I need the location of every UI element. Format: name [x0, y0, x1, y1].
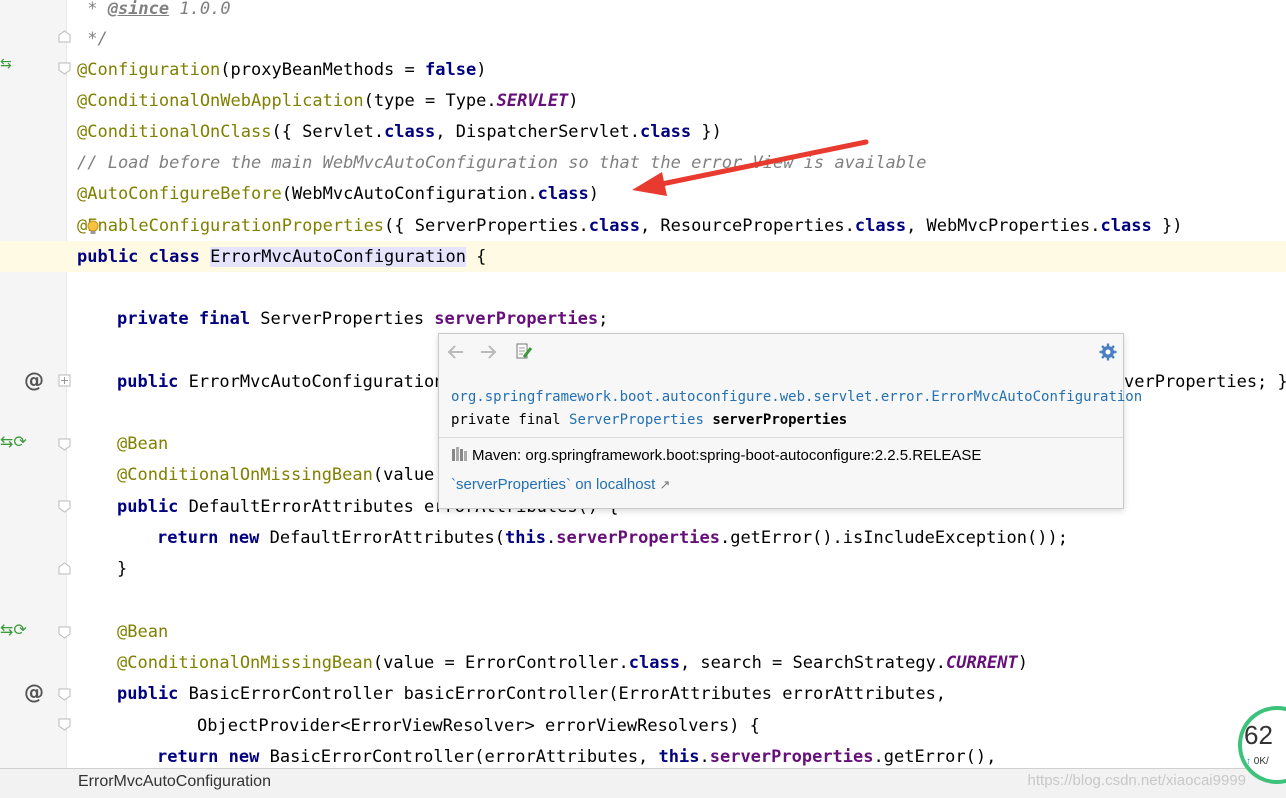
- monitor-percent: 62: [1244, 720, 1273, 750]
- code-line-tail: verProperties; }: [1124, 372, 1286, 392]
- code-line: public class ErrorMvcAutoConfiguration {: [77, 247, 487, 267]
- code-line: private final ServerProperties serverPro…: [117, 309, 609, 329]
- bean-nav-icon[interactable]: ⇆⟳: [0, 432, 27, 451]
- override-at-icon[interactable]: @: [24, 368, 44, 392]
- code-line: */: [77, 29, 108, 49]
- code-line: public BasicErrorController basicErrorCo…: [117, 684, 947, 704]
- quick-doc-popup[interactable]: org.springframework.boot.autoconfigure.w…: [438, 333, 1142, 509]
- code-line: @Configuration(proxyBeanMethods = false): [77, 60, 487, 80]
- gear-icon[interactable]: [1099, 343, 1117, 361]
- doc-content: org.springframework.boot.autoconfigure.w…: [451, 386, 1142, 432]
- code-line: @EnableConfigurationProperties({ ServerP…: [77, 216, 1183, 236]
- code-line: // Load before the main WebMvcAutoConfig…: [77, 153, 927, 173]
- maven-library: Maven: org.springframework.boot:spring-b…: [451, 446, 981, 464]
- popup-toolbar: [439, 334, 1123, 370]
- code-line: @Bean: [117, 434, 169, 454]
- code-line: @ConditionalOnMissingBean(value = ErrorC…: [117, 653, 1028, 673]
- code-line: @ConditionalOnMissingBean(value: [117, 465, 435, 485]
- code-line: return new DefaultErrorAttributes(this.s…: [157, 528, 1068, 548]
- code-line: @ConditionalOnClass({ Servlet.class, Dis…: [77, 122, 722, 142]
- class-name-identifier[interactable]: ErrorMvcAutoConfiguration: [210, 247, 466, 267]
- qualified-class-link[interactable]: org.springframework.boot.autoconfigure.w…: [451, 386, 1142, 409]
- external-link-icon: ↗: [659, 477, 671, 492]
- bean-nav-icon[interactable]: ⇆⟳: [0, 620, 27, 639]
- status-bar: ErrorMvcAutoConfiguration https://blog.c…: [0, 768, 1286, 798]
- editor-gutter: ⇆ @ ⇆⟳ ⇆⟳ @: [0, 0, 66, 768]
- code-line: @ConditionalOnWebApplication(type = Type…: [77, 91, 579, 111]
- watermark: https://blog.csdn.net/xiaocai9999: [1027, 772, 1246, 789]
- code-line: @AutoConfigureBefore(WebMvcAutoConfigura…: [77, 184, 600, 204]
- code-line: }: [117, 559, 128, 579]
- forward-icon[interactable]: [479, 344, 497, 360]
- code-line: @Bean: [117, 622, 169, 642]
- implements-icon[interactable]: ⇆: [0, 56, 12, 72]
- code-line: * @since 1.0.0: [77, 0, 231, 19]
- monitor-rate: ↑ 0K/: [1246, 756, 1269, 767]
- bulb-icon[interactable]: [86, 220, 100, 236]
- code-line: ObjectProvider<ErrorViewResolver> errorV…: [197, 716, 760, 736]
- breadcrumb[interactable]: ErrorMvcAutoConfiguration: [78, 773, 271, 791]
- code-line: public ErrorMvcAutoConfiguration: [117, 372, 445, 392]
- edit-source-icon[interactable]: [515, 342, 533, 360]
- popup-divider: [439, 437, 1123, 438]
- code-line: return new BasicErrorController(errorAtt…: [157, 747, 997, 767]
- external-doc-link[interactable]: `serverProperties` on localhost ↗: [451, 476, 670, 493]
- override-at-icon[interactable]: @: [24, 680, 44, 704]
- type-link[interactable]: ServerProperties: [569, 412, 704, 428]
- library-icon: [452, 447, 467, 461]
- back-icon[interactable]: [447, 344, 465, 360]
- declaration: private final ServerProperties serverPro…: [451, 412, 848, 428]
